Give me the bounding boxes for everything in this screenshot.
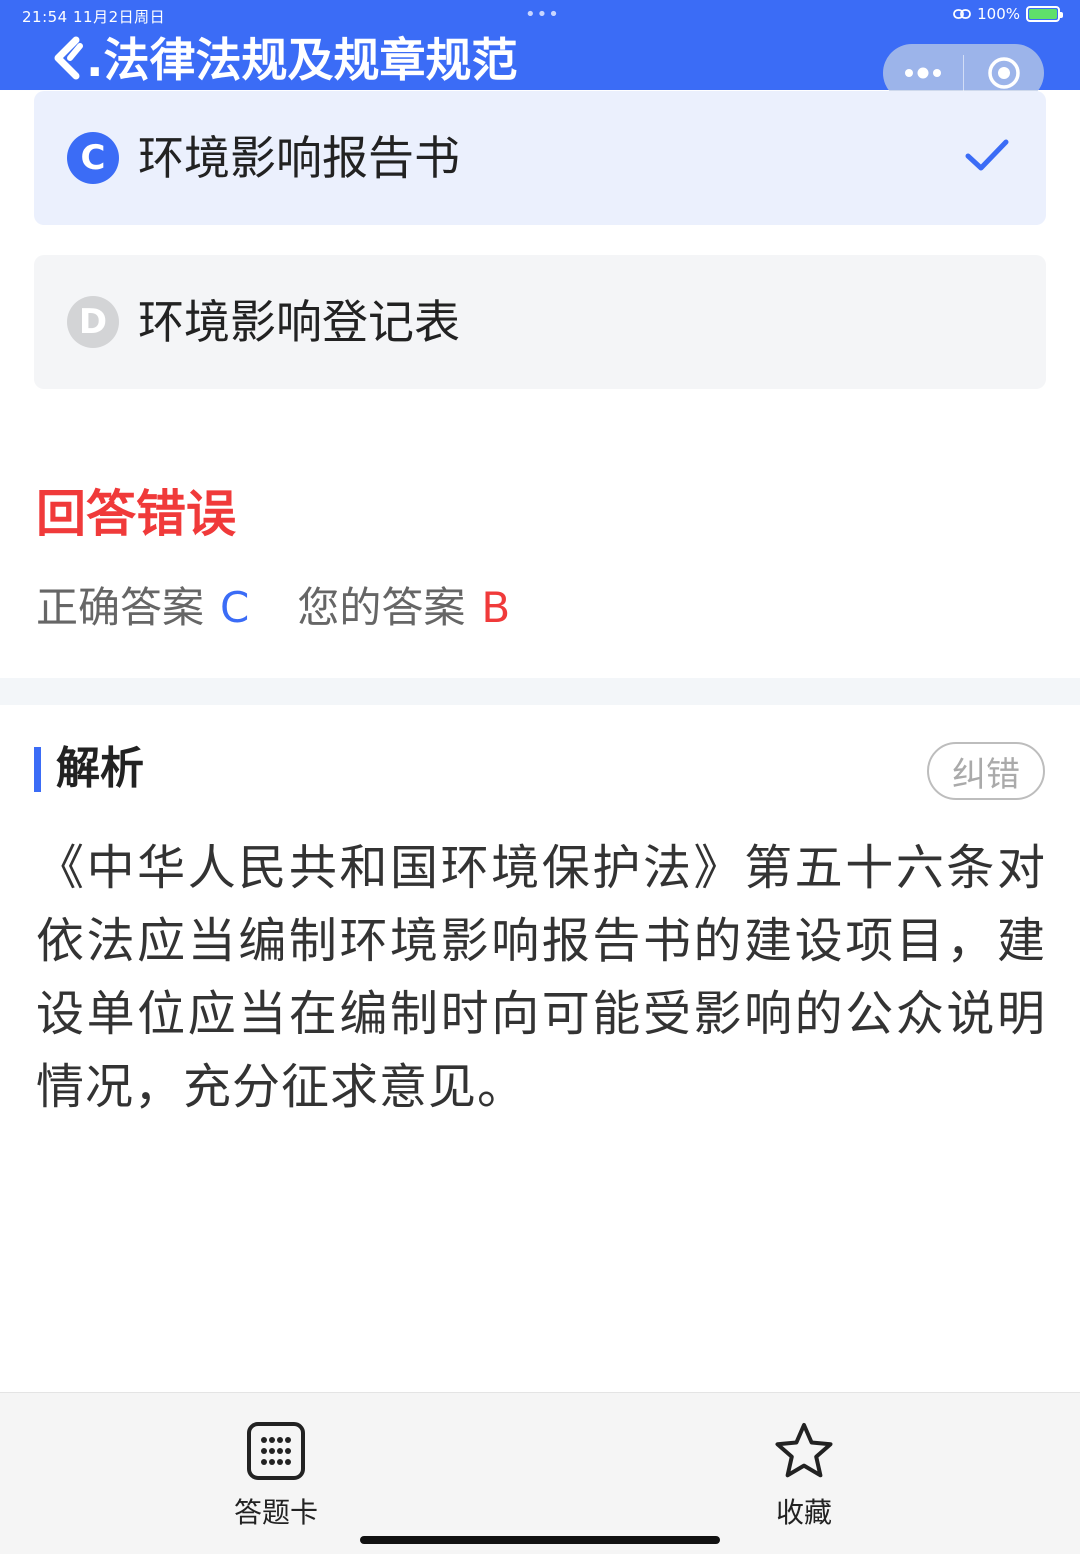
- answer-summary: 正确答案 C 您的答案 B: [36, 580, 510, 636]
- correct-answer-label: 正确答案: [36, 583, 205, 632]
- wifi-icon: [953, 9, 972, 19]
- report-error-button[interactable]: 纠错: [927, 742, 1045, 800]
- option-c[interactable]: C 环境影响报告书: [34, 91, 1046, 225]
- battery-percent: 100%: [977, 5, 1020, 23]
- your-answer-label: 您的答案: [297, 583, 466, 632]
- correct-answer-value: C: [220, 583, 250, 632]
- option-text: 环境影响登记表: [138, 295, 460, 349]
- analysis-text: 《中华人民共和国环境保护法》第五十六条对依法应当编制环境影响报告书的建设项目，建…: [36, 840, 1046, 1115]
- answer-card-label: 答题卡: [233, 1496, 318, 1529]
- star-icon: [775, 1423, 833, 1478]
- page-title: .法律法规及规章规范: [50, 30, 517, 90]
- status-time: 21:54 11月2日周日: [22, 8, 166, 26]
- answer-card-button[interactable]: 答题卡: [216, 1421, 336, 1531]
- favorite-label: 收藏: [775, 1496, 832, 1529]
- page-title-text: .法律法规及规章规范: [86, 33, 518, 87]
- favorite-button[interactable]: 收藏: [744, 1421, 864, 1531]
- more-icon: [905, 67, 941, 79]
- status-dots: •••: [525, 4, 560, 25]
- option-d[interactable]: D 环境影响登记表: [34, 255, 1046, 389]
- check-icon: [965, 139, 1009, 171]
- bottom-toolbar: 答题卡 收藏: [0, 1392, 1080, 1554]
- section-divider: [0, 678, 1080, 705]
- battery-icon: [1026, 6, 1063, 22]
- option-text: 环境影响报告书: [138, 131, 460, 185]
- target-icon: [988, 57, 1020, 89]
- result-title: 回答错误: [36, 485, 236, 543]
- status-indicators: 100%: [953, 5, 1063, 23]
- your-answer-value: B: [481, 583, 511, 632]
- home-indicator: [360, 1536, 720, 1544]
- grid-icon: [247, 1422, 305, 1480]
- back-icon[interactable]: [50, 32, 86, 82]
- option-letter-badge: C: [67, 132, 119, 184]
- option-letter-badge: D: [67, 296, 119, 348]
- analysis-title: 解析: [56, 743, 144, 794]
- section-accent-bar: [34, 747, 41, 792]
